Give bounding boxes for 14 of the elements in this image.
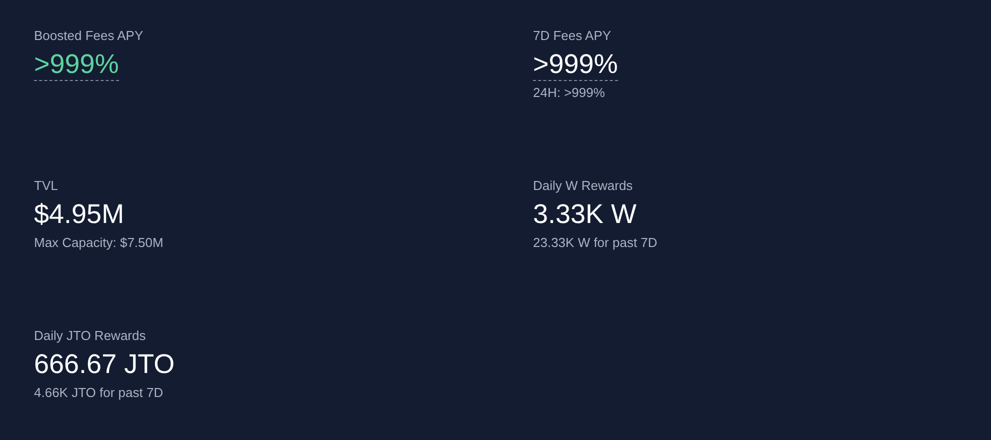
stat-note: 24H: >999% bbox=[533, 85, 605, 101]
stat-label: Boosted Fees APY bbox=[34, 28, 144, 44]
stat-note: 4.66K JTO for past 7D bbox=[34, 385, 164, 401]
stat-value: >999% bbox=[533, 48, 618, 81]
stat-value: $4.95M bbox=[34, 198, 124, 231]
stat-value: 3.33K W bbox=[533, 198, 637, 231]
stat-label: Daily JTO Rewards bbox=[34, 328, 146, 344]
stat-note: Max Capacity: $7.50M bbox=[34, 235, 164, 251]
stat-label: Daily W Rewards bbox=[533, 178, 633, 194]
stat-value: >999% bbox=[34, 48, 119, 81]
stat-value: 666.67 JTO bbox=[34, 348, 175, 381]
stat-label: TVL bbox=[34, 178, 58, 194]
stat-label: 7D Fees APY bbox=[533, 28, 612, 44]
stat-note: 23.33K W for past 7D bbox=[533, 235, 658, 251]
